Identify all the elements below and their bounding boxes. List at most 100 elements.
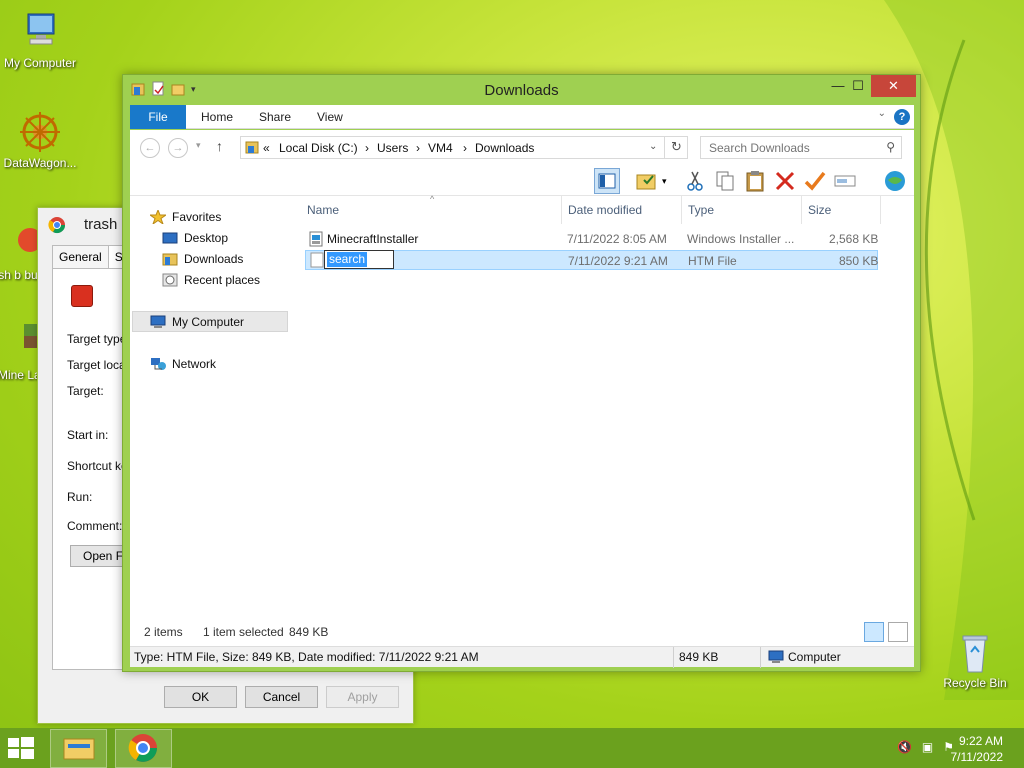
tab-general[interactable]: General xyxy=(52,245,109,269)
htm-file-icon xyxy=(309,252,325,271)
datawagon-icon xyxy=(18,110,62,154)
rename-icon[interactable] xyxy=(832,168,858,194)
toolbar-dropdown-icon[interactable]: ▾ xyxy=(662,168,674,194)
expand-ribbon-icon[interactable]: ⌄ xyxy=(878,108,886,119)
apply-button[interactable]: Apply xyxy=(326,686,399,708)
breadcrumb-users[interactable]: Users xyxy=(377,141,408,155)
taskbar: 🔇 ▣ ⚑ 9:22 AM 7/11/2022 xyxy=(0,728,1024,768)
title-bar[interactable]: ▾ Downloads — ☐ ✕ xyxy=(123,75,920,105)
field-target-type-label: Target type: xyxy=(67,332,130,346)
file-size: 850 KB xyxy=(839,254,879,268)
recent-places-icon xyxy=(162,273,178,287)
globe-icon[interactable] xyxy=(882,168,908,194)
desktop-icon-my-computer[interactable]: My Computer xyxy=(0,10,80,70)
computer-icon xyxy=(150,315,166,329)
file-name: MinecraftInstaller xyxy=(327,232,419,246)
nav-recent-places[interactable]: Recent places xyxy=(162,271,260,289)
file-type: HTM File xyxy=(688,254,737,268)
nav-favorites[interactable]: Favorites xyxy=(148,208,221,226)
address-dropdown-icon[interactable]: ⌄ xyxy=(649,141,657,152)
rename-input[interactable]: search xyxy=(324,250,394,269)
large-icons-view-button[interactable] xyxy=(888,622,908,642)
content-area: Favorites Desktop Downloads Recent place… xyxy=(130,194,914,619)
tab-share[interactable]: Share xyxy=(259,105,291,129)
paste-icon[interactable] xyxy=(742,168,768,194)
column-divider[interactable] xyxy=(801,196,802,224)
cut-icon[interactable] xyxy=(682,168,708,194)
tab-home[interactable]: Home xyxy=(201,105,233,129)
nav-network[interactable]: Network xyxy=(150,355,216,373)
address-overflow[interactable]: « xyxy=(263,141,270,155)
preview-pane-button[interactable] xyxy=(594,168,620,194)
column-header-name[interactable]: Name xyxy=(307,203,339,217)
volume-muted-icon[interactable]: 🔇 xyxy=(897,740,912,754)
column-divider[interactable] xyxy=(681,196,682,224)
desktop-icon-recycle-bin[interactable]: Recycle Bin xyxy=(935,630,1015,690)
recent-locations-icon[interactable]: ▾ xyxy=(196,140,201,151)
column-header-type[interactable]: Type xyxy=(688,203,714,217)
sort-indicator-icon: ^ xyxy=(430,194,435,204)
breadcrumb-sep: › xyxy=(365,141,369,155)
taskbar-chrome[interactable] xyxy=(115,729,172,768)
column-divider[interactable] xyxy=(880,196,881,224)
nav-desktop[interactable]: Desktop xyxy=(162,229,228,247)
details-location: Computer xyxy=(788,650,841,664)
start-button[interactable] xyxy=(6,736,40,760)
forward-button[interactable]: → xyxy=(168,138,188,158)
breadcrumb-sep: › xyxy=(463,141,467,155)
refresh-button[interactable]: ↻ xyxy=(664,136,688,159)
close-button[interactable]: ✕ xyxy=(871,75,916,97)
copy-icon[interactable] xyxy=(712,168,738,194)
desktop-folder-icon xyxy=(162,231,178,245)
view-toggle xyxy=(864,622,908,642)
computer-icon xyxy=(18,10,62,54)
recycle-bin-icon xyxy=(953,630,997,674)
clock[interactable]: 9:22 AM 7/11/2022 xyxy=(951,733,1004,765)
cancel-button[interactable]: Cancel xyxy=(245,686,318,708)
details-view-button[interactable] xyxy=(864,622,884,642)
search-input[interactable] xyxy=(701,137,871,158)
search-icon[interactable]: ⚲ xyxy=(886,140,895,154)
maximize-button[interactable]: ☐ xyxy=(841,75,875,97)
navigation-pane: Favorites Desktop Downloads Recent place… xyxy=(130,196,290,619)
computer-icon xyxy=(768,650,784,667)
file-date: 7/11/2022 8:05 AM xyxy=(567,232,667,246)
network-icon[interactable]: ▣ xyxy=(922,740,933,754)
nav-my-computer[interactable]: My Computer xyxy=(150,313,244,331)
breadcrumb-vm4[interactable]: VM4 xyxy=(428,141,453,155)
breadcrumb-local-disk[interactable]: Local Disk (C:) xyxy=(279,141,358,155)
checked-folder-icon[interactable] xyxy=(634,168,660,194)
tab-file[interactable]: File xyxy=(130,105,186,129)
file-list: ^ Name Date modified Type Size Minecraft… xyxy=(305,194,914,619)
search-box[interactable]: ⚲ xyxy=(700,136,902,159)
field-start-in-label: Start in: xyxy=(67,428,109,442)
column-header-date[interactable]: Date modified xyxy=(568,203,642,217)
up-button[interactable]: ↑ xyxy=(216,138,223,154)
file-row[interactable]: MinecraftInstaller 7/11/2022 8:05 AM Win… xyxy=(305,229,878,249)
column-divider[interactable] xyxy=(561,196,562,224)
taskbar-file-explorer[interactable] xyxy=(50,729,107,768)
system-tray: 🔇 ▣ ⚑ xyxy=(897,740,954,754)
help-icon[interactable]: ? xyxy=(894,109,910,125)
selection-count: 1 item selected xyxy=(203,625,284,639)
accept-check-icon[interactable] xyxy=(802,168,828,194)
column-header-size[interactable]: Size xyxy=(808,203,831,217)
tab-view[interactable]: View xyxy=(317,105,343,129)
folder-location-icon xyxy=(245,139,259,158)
breadcrumb-downloads[interactable]: Downloads xyxy=(475,141,534,155)
file-date: 7/11/2022 9:21 AM xyxy=(568,254,668,268)
explorer-window[interactable]: ▾ Downloads — ☐ ✕ File Home Share View ⌄… xyxy=(122,74,921,672)
nav-downloads[interactable]: Downloads xyxy=(162,250,243,268)
command-toolbar: ▾ xyxy=(130,166,914,196)
file-type: Windows Installer ... xyxy=(687,232,795,246)
delete-icon[interactable] xyxy=(772,168,798,194)
ok-button[interactable]: OK xyxy=(164,686,237,708)
window-title: Downloads xyxy=(484,82,559,99)
network-icon xyxy=(150,357,166,371)
address-box[interactable]: « Local Disk (C:) › Users › VM4 › Downlo… xyxy=(240,136,688,159)
desktop-icon-datawagon[interactable]: DataWagon... xyxy=(0,110,80,170)
star-icon xyxy=(148,208,168,226)
file-size: 2,568 KB xyxy=(829,232,879,246)
back-button[interactable]: ← xyxy=(140,138,160,158)
file-row-selected[interactable]: search 7/11/2022 9:21 AM HTM File 850 KB xyxy=(305,250,878,270)
